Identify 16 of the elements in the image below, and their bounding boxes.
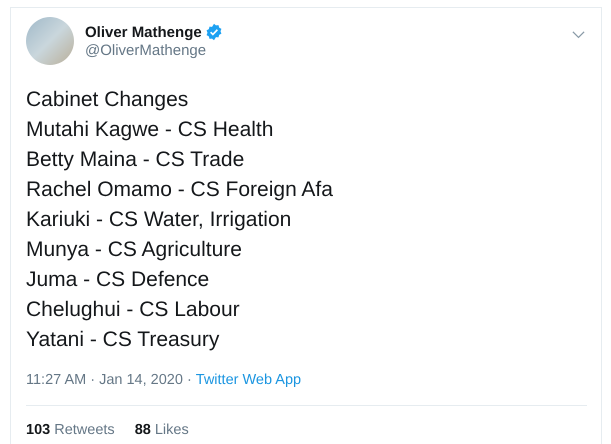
tweet-text-line: Munya - CS Agriculture: [26, 237, 243, 263]
author-handle[interactable]: @OliverMathenge: [85, 42, 572, 59]
tweet-text-line: Betty Maina - CS Trade: [26, 147, 246, 173]
tweet-text-line: Kariuki - CS Water, Irrigation: [26, 207, 292, 233]
engagement-count-link[interactable]: 88 Likes: [134, 422, 189, 438]
tweet-text-line: Chelughui - CS Labour: [26, 297, 241, 323]
tweet-text-line: Cabinet Changes: [26, 87, 190, 113]
avatar-photo-placeholder[interactable]: [26, 17, 74, 65]
tweet-text-line: Yatani - CS Treasury: [26, 327, 220, 353]
tweet-timestamp: 11:27 AM · Jan 14, 2020 ·: [26, 372, 192, 388]
tweet-text-line: Mutahi Kagwe - CS Health: [26, 117, 274, 143]
tweet-text-line: Juma - CS Defence: [26, 267, 210, 293]
engagement-count-link[interactable]: 103 Retweets: [26, 422, 115, 438]
chevron-down-icon[interactable]: [572, 31, 585, 39]
author-name[interactable]: Oliver Mathenge: [85, 24, 202, 40]
tweet-text-line: Rachel Omamo - CS Foreign Afa: [26, 177, 334, 203]
